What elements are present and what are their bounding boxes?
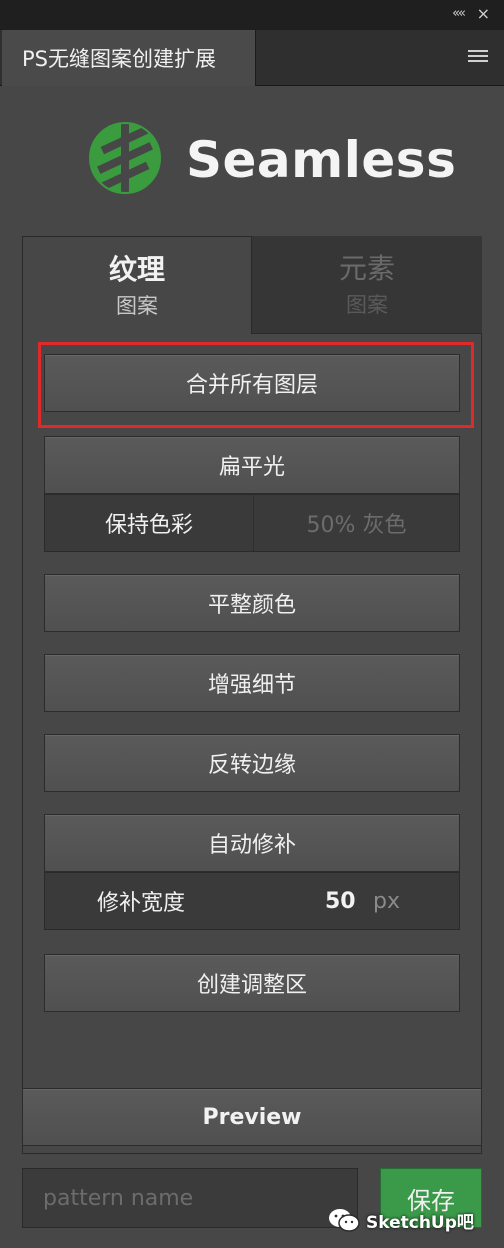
auto-patch-button[interactable]: 自动修补 (44, 814, 460, 872)
keep-color-option[interactable]: 保持色彩 (45, 495, 253, 551)
patch-width-unit: px (373, 888, 400, 914)
flyout-menu-icon[interactable] (468, 50, 488, 64)
preview-button[interactable]: Preview (22, 1088, 482, 1146)
patch-width-value[interactable]: 50 (325, 873, 356, 929)
tab-element-pattern[interactable]: 元素 图案 (252, 236, 482, 334)
panel-top-bar: «« × (0, 0, 504, 30)
mode-tabs: 纹理 图案 元素 图案 (22, 236, 482, 334)
enhance-detail-button[interactable]: 增强细节 (44, 654, 460, 712)
flat-light-button[interactable]: 扁平光 (44, 436, 460, 494)
patch-width-row: 修补宽度 50 px (44, 872, 460, 930)
create-adjust-zone-button[interactable]: 创建调整区 (44, 954, 460, 1012)
wechat-icon (329, 1209, 360, 1232)
pattern-name-input[interactable] (22, 1168, 358, 1228)
flat-light-options: 保持色彩 50% 灰色 (44, 494, 460, 552)
patch-width-label: 修补宽度 (97, 891, 186, 916)
flatten-color-button[interactable]: 平整颜色 (44, 574, 460, 632)
brand-name: Seamless (186, 131, 457, 189)
tab-texture-pattern[interactable]: 纹理 图案 (22, 236, 252, 334)
watermark-text: SketchUp吧 (366, 1212, 474, 1233)
panel-tab-title[interactable]: PS无缝图案创建扩展 (2, 30, 256, 86)
invert-edges-button[interactable]: 反转边缘 (44, 734, 460, 792)
tab-subtitle: 图案 (346, 293, 388, 317)
collapse-panel-icon[interactable]: «« (452, 6, 466, 21)
close-panel-icon[interactable]: × (477, 4, 490, 23)
tab-title: 元素 (338, 252, 395, 285)
panel-header: PS无缝图案创建扩展 (0, 30, 504, 86)
panel-body: Seamless 纹理 图案 元素 图案 合并所有图层 扁平光 保持色彩 50%… (0, 86, 504, 1248)
watermark: SketchUp吧 (328, 1202, 504, 1238)
tab-subtitle: 图案 (116, 294, 158, 318)
seamless-logo-icon (89, 122, 161, 194)
merge-all-layers-button[interactable]: 合并所有图层 (44, 354, 460, 412)
gray-50-option[interactable]: 50% 灰色 (253, 495, 459, 551)
tab-title: 纹理 (108, 253, 165, 286)
